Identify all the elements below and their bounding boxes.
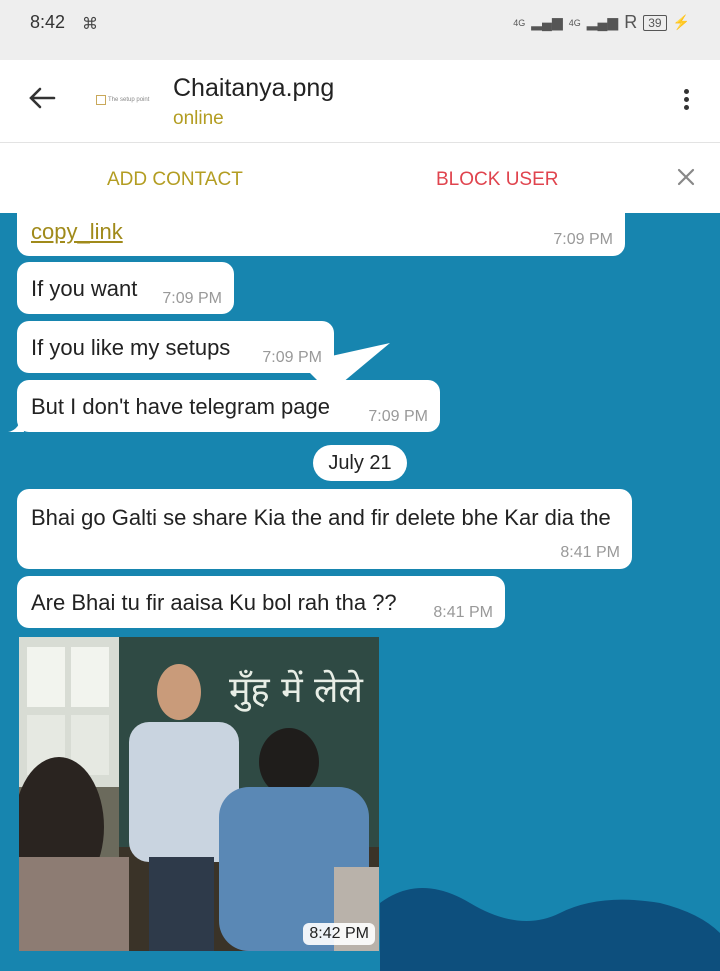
status-time: 8:42 (30, 12, 66, 32)
message-time: 8:41 PM (433, 604, 493, 621)
signal-4g-label: 4G (513, 17, 526, 28)
more-options-icon[interactable] (674, 86, 698, 118)
avatar-label: The setup point (108, 97, 150, 103)
message-bubble[interactable]: But I don't have telegram page 7:09 PM (17, 380, 440, 432)
signal-bars-icon-2: ▂▄▆ (586, 14, 619, 30)
message-text: If you like my setups (31, 335, 231, 360)
logo-icon (96, 95, 106, 105)
message-bubble[interactable]: Bhai go Galti se share Kia the and fir d… (17, 489, 632, 569)
contact-action-bar: ADD CONTACT BLOCK USER (0, 143, 720, 213)
roaming-indicator: R (624, 12, 638, 32)
message-bubble[interactable]: If you want 7:09 PM (17, 262, 234, 314)
add-contact-button[interactable]: ADD CONTACT (107, 169, 243, 191)
message-bubble[interactable]: copy_link 7:09 PM (17, 213, 625, 256)
status-indicators: 4G ▂▄▆ 4G ▂▄▆ R 39 ⚡ (513, 12, 690, 33)
chat-area[interactable]: copy_link 7:09 PM If you want 7:09 PM If… (0, 213, 720, 971)
chat-title[interactable]: Chaitanya.png (173, 74, 334, 103)
message-time: 7:09 PM (553, 231, 613, 248)
back-arrow-icon[interactable] (26, 82, 58, 114)
message-time: 8:41 PM (560, 544, 620, 561)
message-time: 7:09 PM (368, 408, 428, 425)
message-bubble[interactable]: Are Bhai tu fir aaisa Ku bol rah tha ?? … (17, 576, 505, 628)
photo-message[interactable]: मुँह में लेले 8:42 PM (19, 637, 379, 951)
message-text: If you want (31, 276, 138, 301)
message-link[interactable]: copy_link (31, 219, 123, 245)
battery-icon: 39 (643, 14, 667, 31)
screen-share-icon: ⌘ (82, 16, 98, 33)
message-bubble[interactable]: If you like my setups 7:09 PM (17, 321, 334, 373)
avatar[interactable]: The setup point (96, 88, 154, 112)
message-text: Bhai go Galti se share Kia the and fir d… (31, 505, 611, 530)
date-separator: July 21 (313, 445, 407, 481)
message-text: But I don't have telegram page (31, 394, 330, 419)
message-time: 7:09 PM (262, 349, 322, 366)
signal-bars-icon: ▂▄▆ (531, 14, 563, 30)
charging-icon: ⚡ (672, 14, 690, 30)
block-user-button[interactable]: BLOCK USER (436, 169, 558, 191)
photo-image: मुँह में लेले (19, 637, 379, 951)
signal-4g-label-2: 4G (568, 17, 581, 28)
message-text: Are Bhai tu fir aaisa Ku bol rah tha ?? (31, 590, 397, 615)
online-status: online (173, 108, 224, 129)
close-icon[interactable] (670, 161, 702, 193)
message-time: 8:42 PM (303, 923, 375, 945)
message-time: 7:09 PM (162, 290, 222, 307)
bubble-tail (8, 413, 24, 432)
blackboard-text: मुँह में लेले (229, 669, 363, 712)
status-bar: 8:42 ⌘ 4G ▂▄▆ 4G ▂▄▆ R 39 ⚡ (0, 0, 720, 60)
chat-header: The setup point Chaitanya.png online (0, 60, 720, 143)
